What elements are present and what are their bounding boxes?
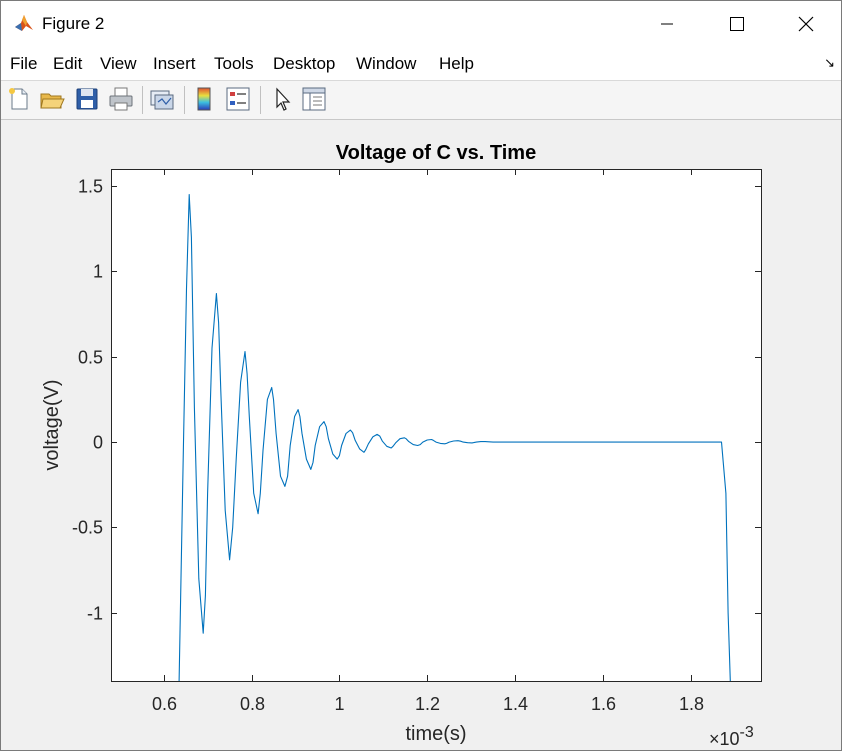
x-tick-label: 1 (334, 694, 344, 714)
property-inspector-icon[interactable] (301, 86, 327, 112)
line-chart[interactable]: 0.6 0.8 1 1.2 1.4 1.6 1.8 -1 -0.5 0 0.5 1 1.5 Voltag… (1, 120, 841, 750)
menu-window[interactable]: Window (356, 54, 416, 74)
x-tick-label: 1.4 (503, 694, 528, 714)
toolbar-separator (260, 86, 261, 114)
save-icon[interactable] (74, 86, 100, 112)
axes-background (111, 169, 761, 681)
y-axis-label: voltage(V) (41, 379, 63, 470)
menu-file[interactable]: File (10, 54, 37, 74)
x-tick-label: 0.8 (240, 694, 265, 714)
x-tick-label: 0.6 (152, 694, 177, 714)
x-tick-label: 1.8 (679, 694, 704, 714)
menu-bar: File Edit View Insert Tools Desktop Wind… (1, 46, 841, 81)
matlab-icon (13, 12, 35, 34)
y-tick-label: 1 (93, 262, 103, 282)
y-tick-label: 0.5 (78, 348, 103, 368)
toolbar (1, 81, 841, 120)
link-plot-icon[interactable] (149, 86, 175, 112)
minimize-button[interactable] (632, 1, 702, 46)
figure-canvas: 0.6 0.8 1 1.2 1.4 1.6 1.8 -1 -0.5 0 0.5 1 1.5 Voltag… (1, 120, 841, 750)
maximize-icon (730, 16, 744, 31)
window-title: Figure 2 (42, 14, 105, 33)
menu-help[interactable]: Help (439, 54, 474, 74)
legend-icon[interactable] (225, 86, 251, 112)
y-tick-label: -1 (87, 604, 103, 624)
menu-insert[interactable]: Insert (153, 54, 196, 74)
open-file-icon[interactable] (39, 86, 65, 112)
x-tick-label: 1.6 (591, 694, 616, 714)
exponent-base: ×10 (709, 729, 740, 749)
menu-view[interactable]: View (100, 54, 137, 74)
chart-title: Voltage of C vs. Time (336, 142, 536, 164)
edit-plot-pointer-icon[interactable] (269, 86, 295, 112)
exponent-power: -3 (740, 724, 754, 741)
figure-window: Figure 2 File Edit View Insert Tools Des… (0, 0, 842, 751)
toolbar-separator (142, 86, 143, 114)
print-icon[interactable] (108, 86, 134, 112)
x-axis-label: time(s) (405, 723, 466, 745)
menu-tools[interactable]: Tools (214, 54, 254, 74)
x-axis-exponent: ×10-3 (709, 724, 754, 749)
menu-desktop[interactable]: Desktop (273, 54, 335, 74)
new-figure-icon[interactable] (6, 86, 32, 112)
menu-edit[interactable]: Edit (53, 54, 82, 74)
y-tick-label: 1.5 (78, 177, 103, 197)
toolbar-separator (184, 86, 185, 114)
maximize-button[interactable] (702, 1, 772, 46)
colorbar-icon[interactable] (191, 86, 217, 112)
y-tick-label: 0 (93, 433, 103, 453)
x-tick-label: 1.2 (415, 694, 440, 714)
title-bar[interactable]: Figure 2 (1, 1, 841, 46)
close-button[interactable] (771, 1, 841, 46)
dock-arrow-icon[interactable]: ↘ (824, 55, 835, 71)
close-icon (798, 16, 814, 31)
minimize-icon (661, 23, 673, 24)
y-tick-label: -0.5 (72, 518, 103, 538)
